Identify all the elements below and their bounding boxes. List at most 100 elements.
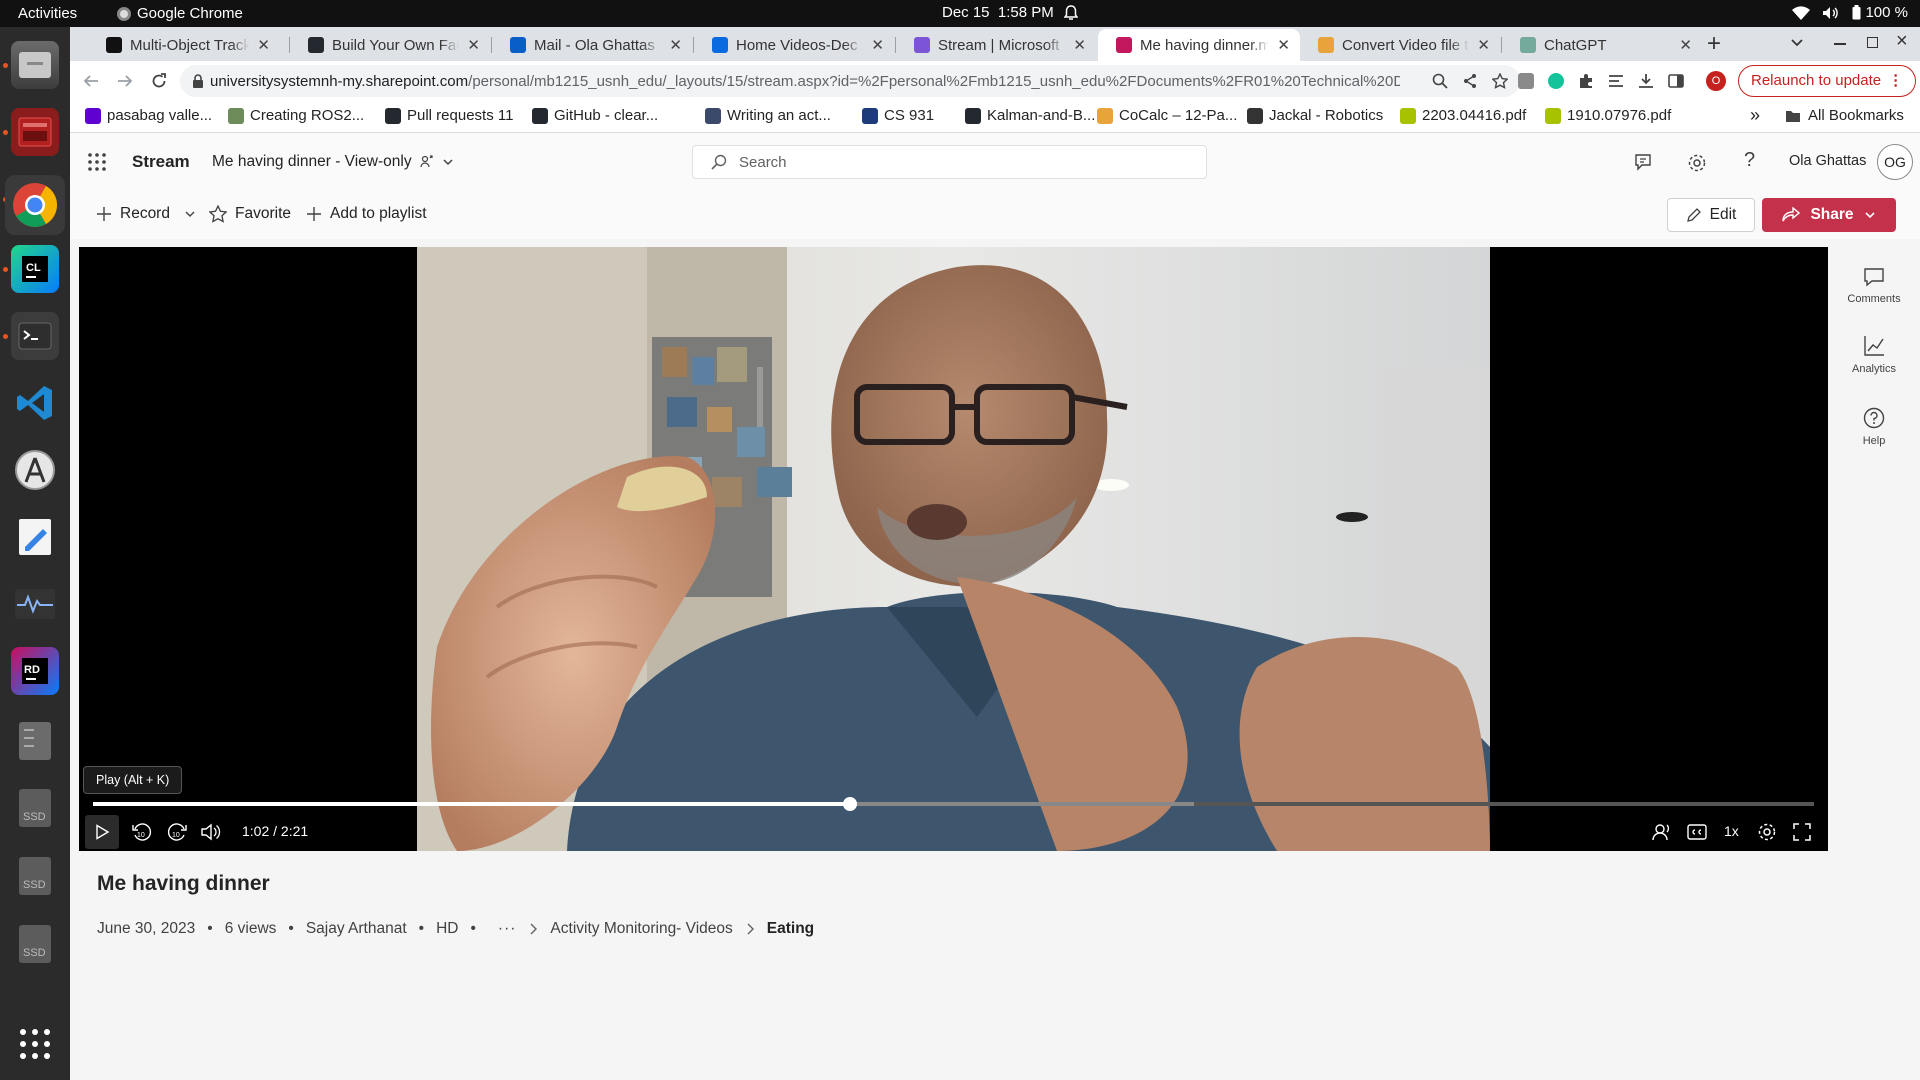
close-window-button[interactable]: × xyxy=(1896,30,1908,53)
minimize-button[interactable] xyxy=(1834,43,1846,45)
clion-icon[interactable]: CL xyxy=(11,245,59,293)
download-icon[interactable] xyxy=(1638,73,1654,89)
feedback-icon[interactable] xyxy=(1634,153,1654,173)
progress-scrubber-handle[interactable] xyxy=(842,797,857,811)
bookmark-item[interactable]: 1910.07976.pdf xyxy=(1545,107,1671,124)
play-button[interactable] xyxy=(85,815,119,849)
reload-icon[interactable] xyxy=(151,73,167,89)
relaunch-button[interactable]: Relaunch to update ⋮ xyxy=(1738,65,1917,97)
close-tab-icon[interactable]: ✕ xyxy=(1073,36,1086,54)
app-menu[interactable]: Google Chrome xyxy=(117,5,243,22)
close-tab-icon[interactable]: ✕ xyxy=(669,36,682,54)
close-tab-icon[interactable]: ✕ xyxy=(1477,36,1490,54)
user-name[interactable]: Ola Ghattas xyxy=(1789,153,1866,169)
live-captions-button[interactable] xyxy=(1651,822,1671,842)
disk-utility-icon[interactable] xyxy=(11,717,59,765)
search-box[interactable]: Search xyxy=(692,145,1207,179)
edit-button[interactable]: Edit xyxy=(1667,198,1755,232)
ssd-drive-icon[interactable]: SSD xyxy=(11,784,59,832)
author-link[interactable]: Sajay Arthanat xyxy=(306,920,407,938)
analytics-button[interactable]: Analytics xyxy=(1828,335,1920,375)
vscode-icon[interactable] xyxy=(11,379,59,427)
fullscreen-button[interactable] xyxy=(1793,823,1811,841)
playback-speed-button[interactable]: 1x xyxy=(1724,823,1739,839)
side-panel-icon[interactable] xyxy=(1668,73,1684,89)
browser-tab[interactable]: Convert Video file to ✕ xyxy=(1300,29,1500,61)
bookmark-item[interactable]: pasabag valle... xyxy=(85,107,212,124)
clock[interactable]: Dec 15 1:58 PM xyxy=(942,4,1078,21)
stream-app-name[interactable]: Stream xyxy=(132,152,190,172)
activities-button[interactable]: Activities xyxy=(18,5,77,22)
browser-tab[interactable]: Mail - Ola Ghattas - C ✕ xyxy=(492,29,692,61)
text-editor-icon[interactable] xyxy=(11,513,59,561)
grammarly-icon[interactable] xyxy=(1548,73,1564,89)
system-monitor-icon[interactable] xyxy=(11,580,59,628)
show-apps-icon[interactable] xyxy=(11,1020,59,1068)
terminal-icon[interactable] xyxy=(11,312,59,360)
progress-bar[interactable] xyxy=(93,794,1814,814)
skip-back-button[interactable]: 10 xyxy=(131,821,153,843)
help-question-icon[interactable]: ? xyxy=(1744,149,1755,172)
bookmark-item[interactable]: 2203.04416.pdf xyxy=(1400,107,1526,124)
bookmark-item[interactable]: Writing an act... xyxy=(705,107,831,124)
add-to-playlist-button[interactable]: Add to playlist xyxy=(306,205,427,223)
share-page-icon[interactable] xyxy=(1462,73,1478,89)
closed-captions-button[interactable] xyxy=(1687,824,1707,840)
browser-tab[interactable]: Multi-Object Tracking ✕ xyxy=(88,29,280,61)
zoom-icon[interactable] xyxy=(1432,73,1448,89)
browser-tab[interactable]: Stream | Microsoft 3 ✕ xyxy=(896,29,1096,61)
breadcrumb-overflow-button[interactable]: ··· xyxy=(498,920,517,938)
close-tab-icon[interactable]: ✕ xyxy=(257,36,270,54)
maximize-button[interactable] xyxy=(1867,37,1878,48)
bookmark-item[interactable]: Creating ROS2... xyxy=(228,107,364,124)
tab-search-button[interactable] xyxy=(1790,35,1804,49)
site-info-icon[interactable] xyxy=(192,74,204,88)
chrome-icon[interactable] xyxy=(5,175,65,235)
url-field[interactable]: universitysystemnh-my.sharepoint.com/per… xyxy=(180,65,1520,97)
comments-button[interactable]: Comments xyxy=(1828,267,1920,305)
extension-icon[interactable] xyxy=(1518,73,1534,89)
video-frame[interactable] xyxy=(417,247,1490,851)
profile-avatar[interactable]: O xyxy=(1706,71,1726,91)
record-button[interactable]: Record xyxy=(96,205,196,223)
terminal-red-icon[interactable] xyxy=(11,108,59,156)
app-launcher-icon[interactable] xyxy=(88,153,106,171)
bookmark-star-icon[interactable] xyxy=(1492,73,1508,89)
document-title[interactable]: Me having dinner - View-only xyxy=(212,153,454,171)
bookmark-item[interactable]: Kalman-and-B... xyxy=(965,107,1095,124)
close-tab-icon[interactable]: ✕ xyxy=(467,36,480,54)
app-store-icon[interactable] xyxy=(11,446,59,494)
ssd-drive-icon[interactable]: SSD xyxy=(11,920,59,968)
volume-button[interactable] xyxy=(200,822,222,842)
reading-list-icon[interactable] xyxy=(1608,74,1624,88)
close-tab-icon[interactable]: ✕ xyxy=(871,36,884,54)
browser-tab-active[interactable]: Me having dinner.m ✕ xyxy=(1098,29,1300,61)
favorite-button[interactable]: Favorite xyxy=(209,205,291,223)
video-player[interactable]: Play (Alt + K) 10 10 1:02 / 2:21 1x xyxy=(79,247,1828,851)
extensions-puzzle-icon[interactable] xyxy=(1578,73,1594,89)
close-tab-icon[interactable]: ✕ xyxy=(1277,36,1290,54)
rider-icon[interactable]: RD xyxy=(11,647,59,695)
more-bookmarks-button[interactable]: » xyxy=(1750,105,1760,126)
share-button[interactable]: Share xyxy=(1762,198,1896,232)
breadcrumb-current[interactable]: Eating xyxy=(767,920,814,938)
ssd-drive-icon[interactable]: SSD xyxy=(11,852,59,900)
help-button[interactable]: Help xyxy=(1828,407,1920,447)
breadcrumb-folder[interactable]: Activity Monitoring- Videos xyxy=(550,920,732,938)
back-arrow-icon[interactable] xyxy=(83,73,99,89)
bookmark-item[interactable]: Jackal - Robotics xyxy=(1247,107,1383,124)
skip-forward-button[interactable]: 10 xyxy=(166,821,188,843)
browser-tab[interactable]: ChatGPT ✕ xyxy=(1502,29,1702,61)
new-tab-button[interactable]: + xyxy=(1707,30,1721,58)
bookmark-item[interactable]: CoCalc – 12-Pa... xyxy=(1097,107,1237,124)
bookmark-item[interactable]: GitHub - clear... xyxy=(532,107,658,124)
browser-tab[interactable]: Build Your Own Face ✕ xyxy=(290,29,490,61)
files-icon[interactable] xyxy=(11,41,59,89)
user-avatar[interactable]: OG xyxy=(1877,144,1913,180)
settings-gear-icon[interactable] xyxy=(1687,153,1707,173)
bookmark-item[interactable]: CS 931 xyxy=(862,107,934,124)
forward-arrow-icon[interactable] xyxy=(117,73,133,89)
system-tray[interactable]: 100 % xyxy=(1792,4,1908,21)
browser-tab[interactable]: Home Videos-Dec 20 ✕ xyxy=(694,29,894,61)
bookmark-item[interactable]: Pull requests 11 xyxy=(385,107,513,124)
